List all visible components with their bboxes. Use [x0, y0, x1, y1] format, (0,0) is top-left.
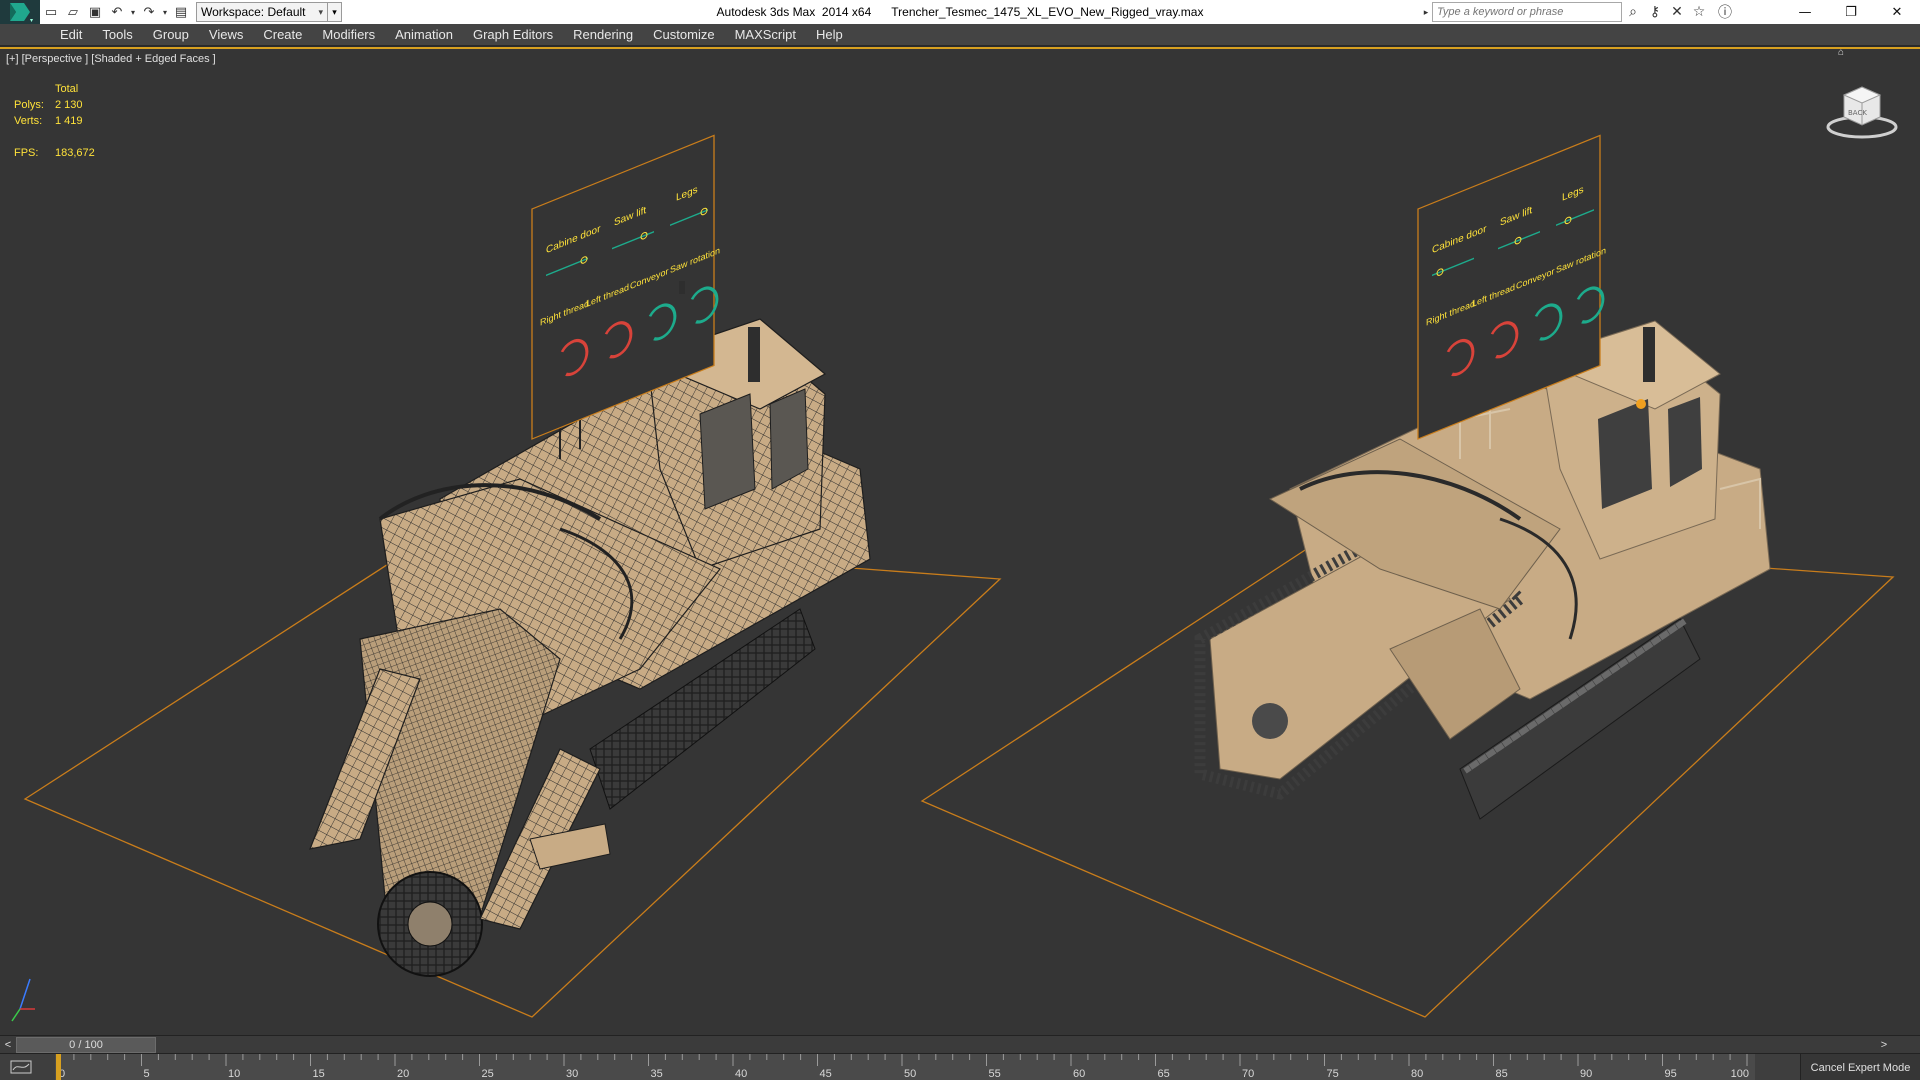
viewport-scene: Cabine door Saw lift Legs Right thread L…	[11, 134, 1895, 1022]
ruler-tick-label: 95	[1665, 1068, 1677, 1080]
time-slider-track[interactable]: 0 / 100	[16, 1036, 1876, 1053]
menu-bar: Edit Tools Group Views Create Modifiers …	[0, 24, 1920, 46]
communication-center-icon[interactable]: ✕	[1666, 2, 1688, 22]
ruler-tick-label: 35	[651, 1068, 663, 1080]
ruler-tick-label: 60	[1073, 1068, 1085, 1080]
workspace-selector[interactable]: Workspace: Default ▾	[196, 2, 328, 22]
infocenter-expand-icon[interactable]: ▸	[1420, 2, 1432, 22]
ruler-tick-label: 55	[989, 1068, 1001, 1080]
menu-modifiers[interactable]: Modifiers	[312, 24, 385, 46]
save-icon[interactable]: ▣	[84, 1, 106, 23]
ruler-tick-label: 45	[820, 1068, 832, 1080]
cancel-expert-mode-button[interactable]: Cancel Expert Mode	[1800, 1054, 1920, 1080]
menu-customize[interactable]: Customize	[643, 24, 724, 46]
track-bar-ruler[interactable]: 0 5 10 15 20 25 30 35 40 45 50 55 60 65 70 75 80 85 90 95 10…	[55, 1054, 1755, 1080]
time-slider-prev-button[interactable]: <	[0, 1037, 16, 1053]
ruler-tick-label: 85	[1496, 1068, 1508, 1080]
search-input[interactable]	[1432, 2, 1622, 22]
viewport-label-menu[interactable]: [+] [Perspective ] [Shaded + Edged Faces…	[6, 53, 216, 65]
fps-label: FPS:	[14, 147, 39, 159]
favorites-star-icon[interactable]: ☆	[1688, 2, 1710, 22]
new-file-icon[interactable]: ▭	[40, 1, 62, 23]
verts-value: 1 419	[55, 115, 83, 127]
viewcube-face-label: BACK	[1848, 109, 1867, 117]
window-controls: — ❐ ✕	[1782, 0, 1920, 24]
file-name: Trencher_Tesmec_1475_XL_EVO_New_Rigged_v…	[891, 5, 1204, 19]
app-menu-button[interactable]: ▾	[0, 0, 40, 24]
workspace-label: Workspace: Default	[201, 5, 306, 19]
quick-access-customize-icon[interactable]: ▾	[328, 2, 342, 22]
ruler-tick-label: 90	[1580, 1068, 1592, 1080]
fps-value: 183,672	[55, 147, 95, 159]
ruler-tick-label: 50	[904, 1068, 916, 1080]
redo-icon[interactable]: ↷	[138, 1, 160, 23]
ruler-tick-label: 5	[144, 1068, 150, 1080]
ruler-tick-label: 10	[228, 1068, 240, 1080]
subscription-key-icon[interactable]: ⚷	[1644, 2, 1666, 22]
undo-icon[interactable]: ↶	[106, 1, 128, 23]
home-icon[interactable]: ⌂	[1838, 49, 1844, 58]
menu-animation[interactable]: Animation	[385, 24, 463, 46]
menu-views[interactable]: Views	[199, 24, 253, 46]
ruler-tick-label: 20	[397, 1068, 409, 1080]
menu-edit[interactable]: Edit	[50, 24, 92, 46]
project-folder-icon[interactable]: ▤	[170, 1, 192, 23]
polys-label: Polys:	[14, 99, 44, 111]
restore-icon[interactable]: ❐	[1828, 0, 1874, 24]
open-folder-icon[interactable]: ▱	[62, 1, 84, 23]
track-bar: 0 5 10 15 20 25 30 35 40 45 50 55 60 65 70 75 80 85 90 95 10…	[0, 1053, 1920, 1080]
menu-tools[interactable]: Tools	[92, 24, 142, 46]
ruler-tick-label: 80	[1411, 1068, 1423, 1080]
polys-value: 2 130	[55, 99, 83, 111]
current-frame-marker[interactable]	[56, 1054, 61, 1080]
ruler-tick-label: 40	[735, 1068, 747, 1080]
verts-label: Verts:	[14, 115, 43, 127]
minimize-icon[interactable]: —	[1782, 0, 1828, 24]
infocenter: ▸ ⌕ ⚷ ✕ ☆ ⓘ	[1420, 2, 1740, 22]
menu-maxscript[interactable]: MAXScript	[725, 24, 806, 46]
help-question-icon[interactable]: ⓘ	[1710, 2, 1740, 22]
svg-text:▾: ▾	[30, 17, 33, 23]
axis-tripod-icon	[11, 978, 35, 1022]
time-slider-thumb[interactable]: 0 / 100	[16, 1036, 156, 1053]
ruler-tick-label: 15	[313, 1068, 325, 1080]
time-slider: < 0 / 100 >	[0, 1035, 1920, 1053]
perspective-viewport[interactable]: Cabine door Saw lift Legs Right thread L…	[0, 47, 1920, 1035]
title-bar: ▾ ▭ ▱ ▣ ↶ ▾ ↷ ▾ ▤ Workspace: Default ▾ ▾…	[0, 0, 1920, 24]
ruler-tick-label: 75	[1327, 1068, 1339, 1080]
close-icon[interactable]: ✕	[1874, 0, 1920, 24]
ruler-tick-label: 30	[566, 1068, 578, 1080]
ruler-tick-label: 65	[1158, 1068, 1170, 1080]
3dsmax-logo-icon: ▾	[10, 3, 33, 23]
menu-help[interactable]: Help	[806, 24, 853, 46]
viewport-statistics: Total Polys: 2 130 Verts: 1 419 FPS: 183,67…	[14, 81, 95, 161]
ruler-tick-label: 70	[1242, 1068, 1254, 1080]
redo-dropdown-icon[interactable]: ▾	[160, 1, 170, 23]
binoculars-icon[interactable]: ⌕	[1622, 2, 1644, 22]
ruler-tick-label: 100	[1731, 1068, 1749, 1080]
ruler-tick-label: 25	[482, 1068, 494, 1080]
menu-rendering[interactable]: Rendering	[563, 24, 643, 46]
mini-curve-editor-icon[interactable]	[6, 1057, 36, 1077]
undo-dropdown-icon[interactable]: ▾	[128, 1, 138, 23]
chevron-down-icon: ▾	[318, 6, 323, 17]
stats-header: Total	[55, 83, 79, 95]
time-slider-next-button[interactable]: >	[1876, 1037, 1892, 1053]
viewcube[interactable]: BACK	[1822, 69, 1902, 149]
menu-group[interactable]: Group	[143, 24, 199, 46]
menu-graph-editors[interactable]: Graph Editors	[463, 24, 563, 46]
app-name: Autodesk 3ds Max 2014 x64	[716, 5, 872, 19]
frame-ruler: 0 5 10 15 20 25 30 35 40 45 50 55 60 65 70 75 80 85 90 95 10…	[56, 1054, 1749, 1080]
menu-create[interactable]: Create	[253, 24, 312, 46]
